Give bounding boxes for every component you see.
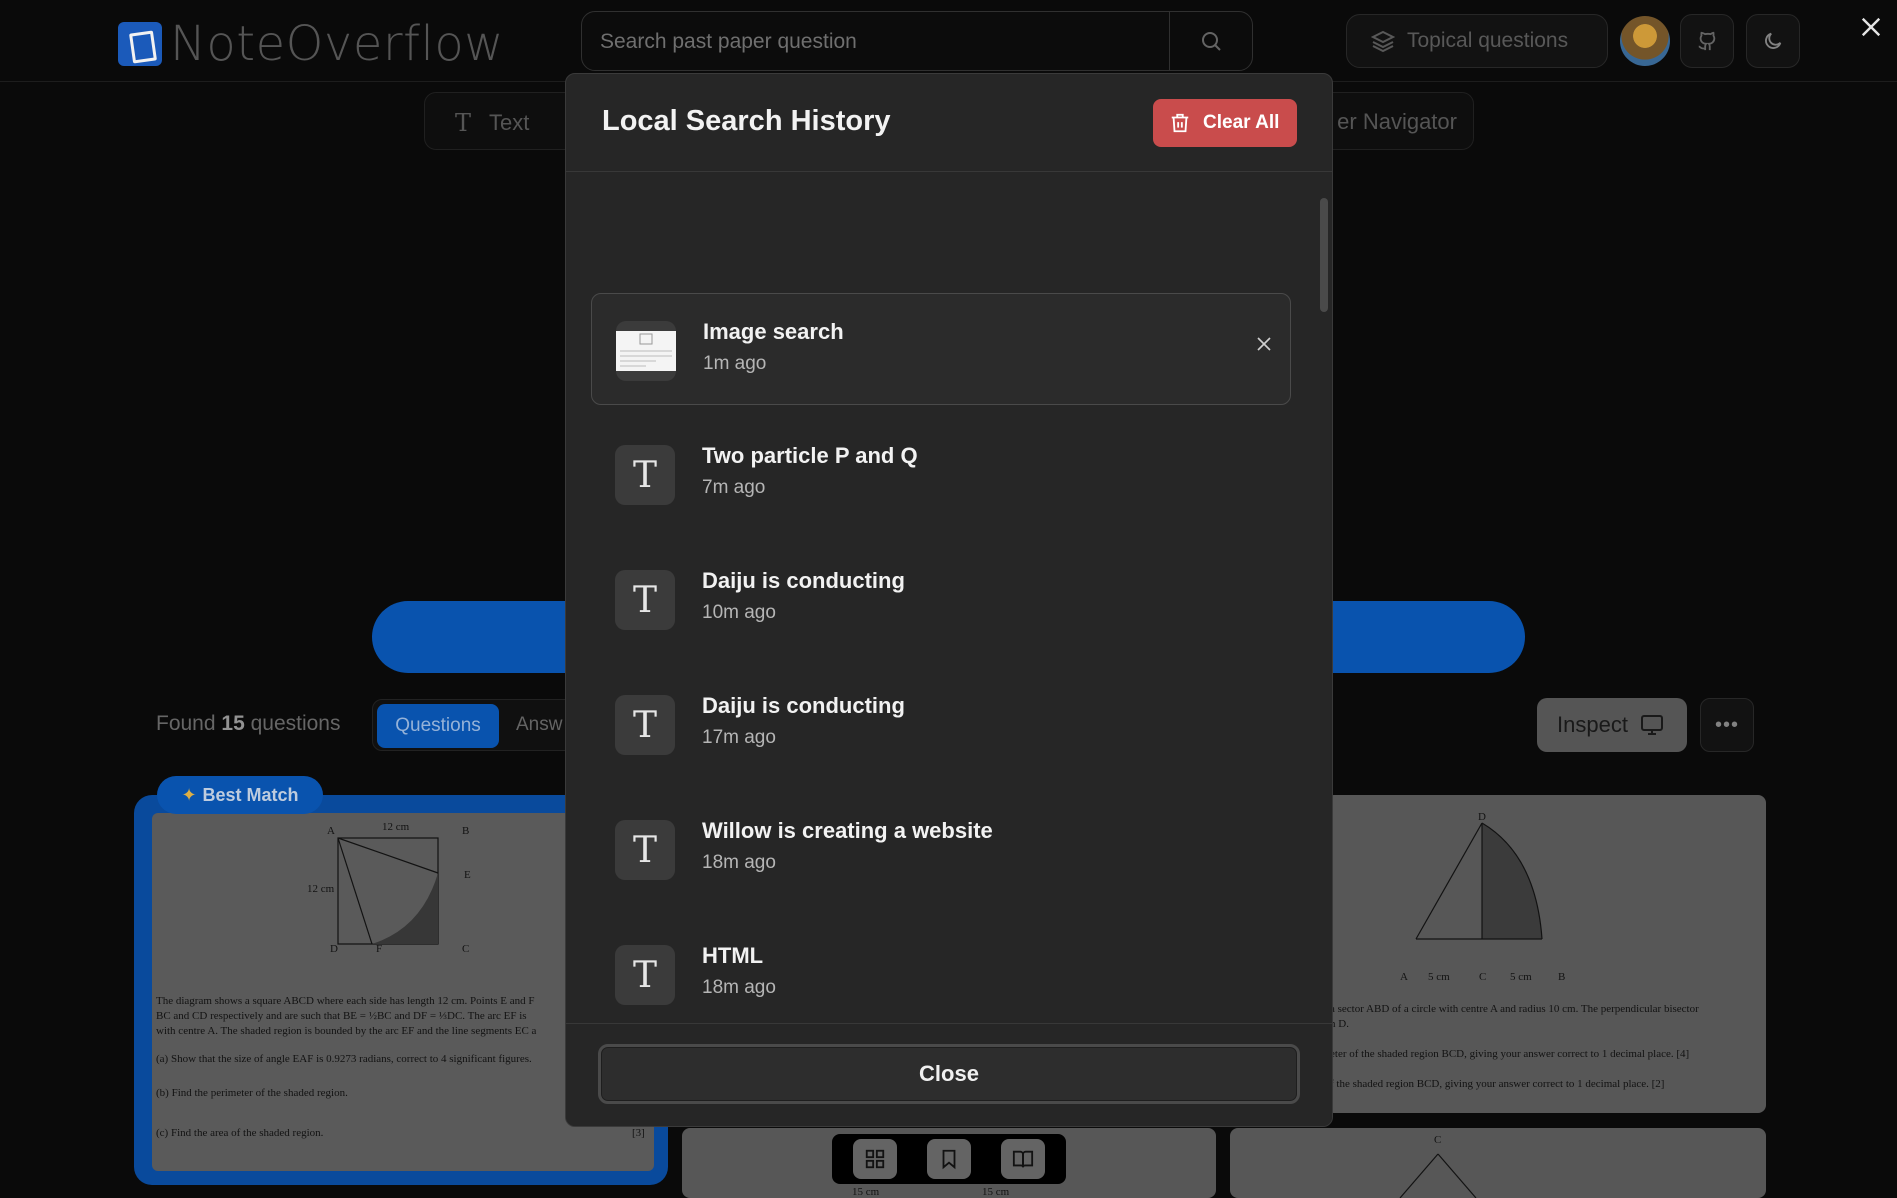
trash-icon [1171,113,1189,133]
text-type-icon: T [615,945,675,1005]
dialog-title: Local Search History [602,105,891,137]
history-item-title: Daiju is conducting [702,693,905,718]
thumbnail-image [616,331,676,371]
history-item[interactable]: T Two particle P and Q 7m ago [591,418,1291,530]
history-item-title: Two particle P and Q [702,443,918,468]
image-thumbnail [616,321,676,381]
text-type-icon: T [615,570,675,630]
history-item-time: 7m ago [702,477,766,498]
close-button[interactable]: Close [598,1044,1300,1104]
history-item[interactable]: T Daiju is conducting 17m ago [591,668,1291,780]
clear-all-button[interactable]: Clear All [1153,99,1297,147]
history-item[interactable]: T HTML 18m ago [591,918,1291,1023]
close-icon [1257,337,1271,351]
history-item-title: Image search [703,319,844,344]
history-item-title: Daiju is conducting [702,568,905,593]
search-history-dialog: Local Search History Clear All Image sea… [565,73,1333,1127]
history-item-title: HTML [702,943,764,968]
history-item-time: 18m ago [702,852,776,873]
history-list: Image search 1m ago T Two particle P and… [566,173,1332,1023]
history-item-time: 18m ago [702,977,776,998]
history-item[interactable]: T Daiju is conducting 10m ago [591,543,1291,655]
text-type-icon: T [615,820,675,880]
history-scrollbar[interactable] [1320,198,1328,312]
history-item-time: 1m ago [703,353,767,374]
dialog-header: Local Search History Clear All [566,74,1332,172]
text-type-icon: T [615,445,675,505]
history-item-time: 10m ago [702,602,776,623]
dialog-footer: Close [566,1023,1332,1126]
text-type-icon: T [615,695,675,755]
history-item[interactable]: Image search 1m ago [591,293,1291,405]
clear-all-label: Clear All [1203,112,1280,133]
history-item[interactable]: T Willow is creating a website 18m ago [591,793,1291,905]
history-item-title: Willow is creating a website [702,818,993,843]
history-item-time: 17m ago [702,727,776,748]
remove-item-button[interactable] [1252,332,1276,356]
